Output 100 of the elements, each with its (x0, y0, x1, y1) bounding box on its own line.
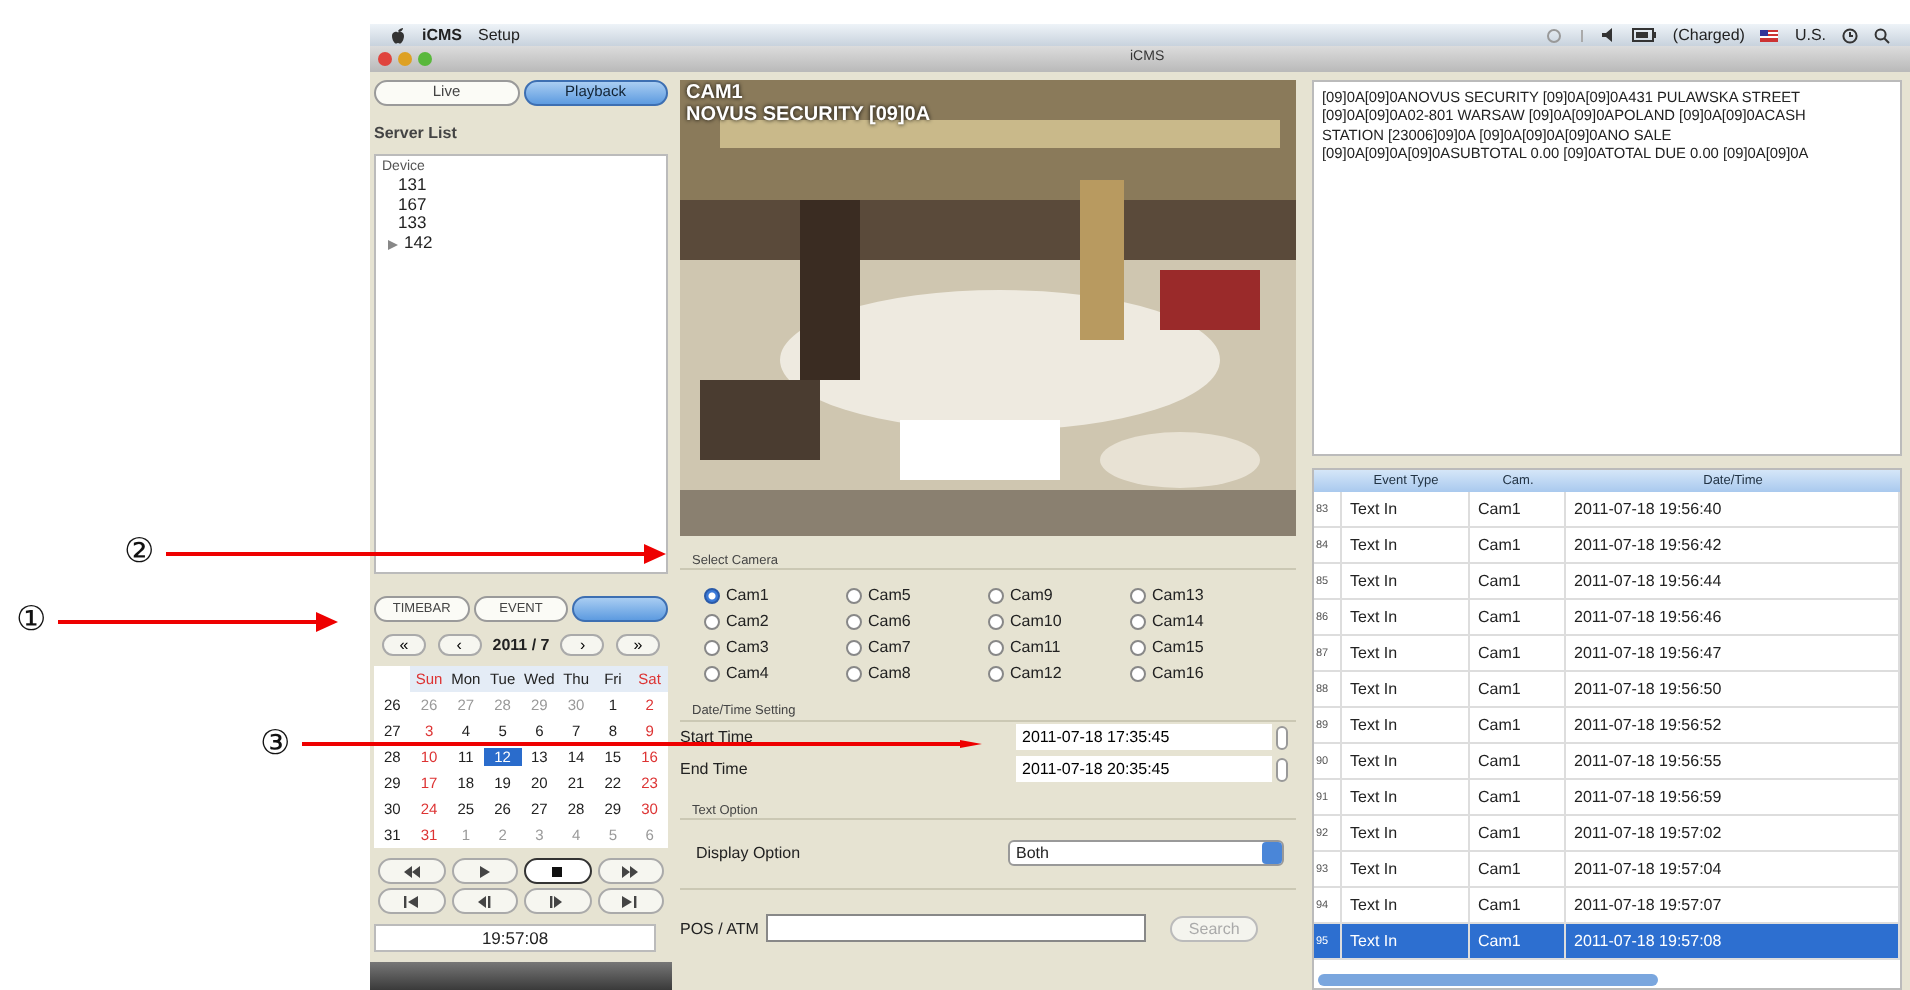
datetime-field[interactable]: 2011-07-18 20:35:45 (1016, 756, 1272, 783)
table-cell: Text In (1342, 708, 1470, 744)
fast-forward-icon (620, 865, 641, 877)
table-cell: Text In (1342, 852, 1470, 888)
table-cell: Cam1 (1470, 492, 1566, 528)
prev-month-button[interactable]: ‹ (437, 633, 482, 656)
table-cell: 2011-07-18 19:56:50 (1566, 672, 1900, 708)
rewind-button[interactable] (378, 858, 445, 884)
volume-icon[interactable] (1602, 28, 1617, 42)
table-cell: Cam1 (1470, 708, 1566, 744)
step-forward-button[interactable] (524, 888, 591, 914)
video-overlay-text: NOVUS SECURITY [09]0A (686, 104, 931, 127)
camera-radio[interactable]: Cam13 (1130, 582, 1272, 609)
clock-icon[interactable] (1842, 27, 1858, 43)
tree-item[interactable]: 142 (404, 234, 433, 254)
app-menu[interactable]: iCMS (422, 25, 462, 45)
table-cell: Text In (1342, 528, 1470, 564)
camera-radio[interactable]: Cam9 (988, 582, 1130, 609)
search-tab[interactable] (572, 595, 669, 622)
skip-start-icon (401, 895, 422, 907)
field-label: Start Time (680, 728, 753, 748)
table-cell: Cam1 (1470, 780, 1566, 816)
stepper[interactable] (1276, 725, 1288, 750)
camera-radio[interactable]: Cam2 (704, 608, 846, 635)
camera-radio[interactable]: Cam8 (846, 660, 988, 687)
table-cell: 2011-07-18 19:56:46 (1566, 600, 1900, 636)
battery-icon[interactable] (1632, 28, 1657, 42)
camera-radio[interactable]: Cam12 (988, 660, 1130, 687)
table-cell: Cam1 (1470, 852, 1566, 888)
close-button[interactable] (378, 52, 392, 66)
skip-start-button[interactable] (378, 888, 445, 914)
search-icon[interactable] (1874, 27, 1890, 43)
table-cell: Text In (1342, 492, 1470, 528)
table-cell: Cam1 (1470, 564, 1566, 600)
camera-radio[interactable]: Cam15 (1130, 634, 1272, 661)
table-cell: Cam1 (1470, 816, 1566, 852)
month-title: 2011 / 7 (492, 635, 550, 654)
table-cell: 2011-07-18 19:57:08 (1566, 924, 1900, 960)
callout-number: ③ (260, 727, 290, 761)
table-cell: 2011-07-18 19:57:04 (1566, 852, 1900, 888)
table-cell: Cam1 (1470, 924, 1566, 960)
table-cell: Cam1 (1470, 744, 1566, 780)
camera-radio[interactable]: Cam7 (846, 634, 988, 661)
table-cell: 2011-07-18 19:56:42 (1566, 528, 1900, 564)
prev-year-button[interactable]: « (382, 633, 426, 656)
table-cell: Cam1 (1470, 636, 1566, 672)
display-option-select[interactable]: Both (1008, 839, 1284, 866)
camera-radio[interactable]: Cam4 (704, 660, 846, 687)
skip-end-icon (620, 895, 641, 907)
camera-radio[interactable]: Cam5 (846, 582, 988, 609)
flag-icon[interactable] (1760, 29, 1779, 41)
camera-radio[interactable]: Cam3 (704, 634, 846, 661)
table-cell: Text In (1342, 600, 1470, 636)
table-cell: 2011-07-18 19:56:47 (1566, 636, 1900, 672)
rewind-icon (401, 865, 422, 877)
next-month-button[interactable]: › (560, 633, 605, 656)
stop-button[interactable] (524, 858, 591, 884)
input-source[interactable]: U.S. (1794, 25, 1826, 45)
table-cell: Text In (1342, 924, 1470, 960)
next-year-button[interactable]: » (615, 633, 660, 656)
table-cell: Text In (1342, 780, 1470, 816)
table-cell: Cam1 (1470, 528, 1566, 564)
scrollbar-thumb[interactable] (1318, 974, 1658, 986)
step-back-button[interactable] (451, 888, 518, 914)
skip-end-button[interactable] (597, 888, 664, 914)
tree-item[interactable]: 167 (398, 195, 427, 215)
camera-radio[interactable]: Cam11 (988, 634, 1130, 661)
table-cell: 2011-07-18 19:56:59 (1566, 780, 1900, 816)
field-label: POS / ATM (680, 919, 759, 938)
table-cell: Cam1 (1470, 600, 1566, 636)
play-button[interactable] (451, 858, 518, 884)
tree-item[interactable]: 131 (398, 175, 427, 196)
stop-icon (547, 865, 568, 877)
camera-radio[interactable]: Cam14 (1130, 608, 1272, 635)
camera-label: CAM1 (686, 82, 743, 105)
menu-item[interactable]: Setup (478, 25, 520, 45)
pos-atm-field[interactable] (766, 914, 1147, 943)
datetime-field[interactable]: 2011-07-18 17:35:45 (1016, 724, 1272, 751)
tree-item[interactable]: 133 (398, 214, 427, 235)
table-cell: 2011-07-18 19:56:55 (1566, 744, 1900, 780)
table-cell: Cam1 (1470, 672, 1566, 708)
field-label: Display Option (696, 843, 801, 862)
table-cell: 2011-07-18 19:57:02 (1566, 816, 1900, 852)
play-icon (474, 865, 495, 877)
camera-radio[interactable]: Cam16 (1130, 660, 1272, 687)
battery-status[interactable]: (Charged) (1672, 25, 1745, 45)
fast-forward-button[interactable] (597, 858, 664, 884)
table-cell: Text In (1342, 636, 1470, 672)
camera-radio[interactable]: Cam1 (704, 582, 846, 609)
disclosure-icon[interactable] (388, 239, 398, 250)
table-cell: 2011-07-18 19:56:40 (1566, 492, 1900, 528)
table-cell: Text In (1342, 564, 1470, 600)
table-cell: Text In (1342, 672, 1470, 708)
callout-number: ① (16, 604, 46, 638)
apple-icon[interactable] (390, 26, 406, 44)
stepper[interactable] (1276, 757, 1288, 782)
camera-radio[interactable]: Cam6 (846, 608, 988, 635)
field-label: End Time (680, 760, 748, 780)
table-cell: Text In (1342, 816, 1470, 852)
camera-radio[interactable]: Cam10 (988, 608, 1130, 635)
